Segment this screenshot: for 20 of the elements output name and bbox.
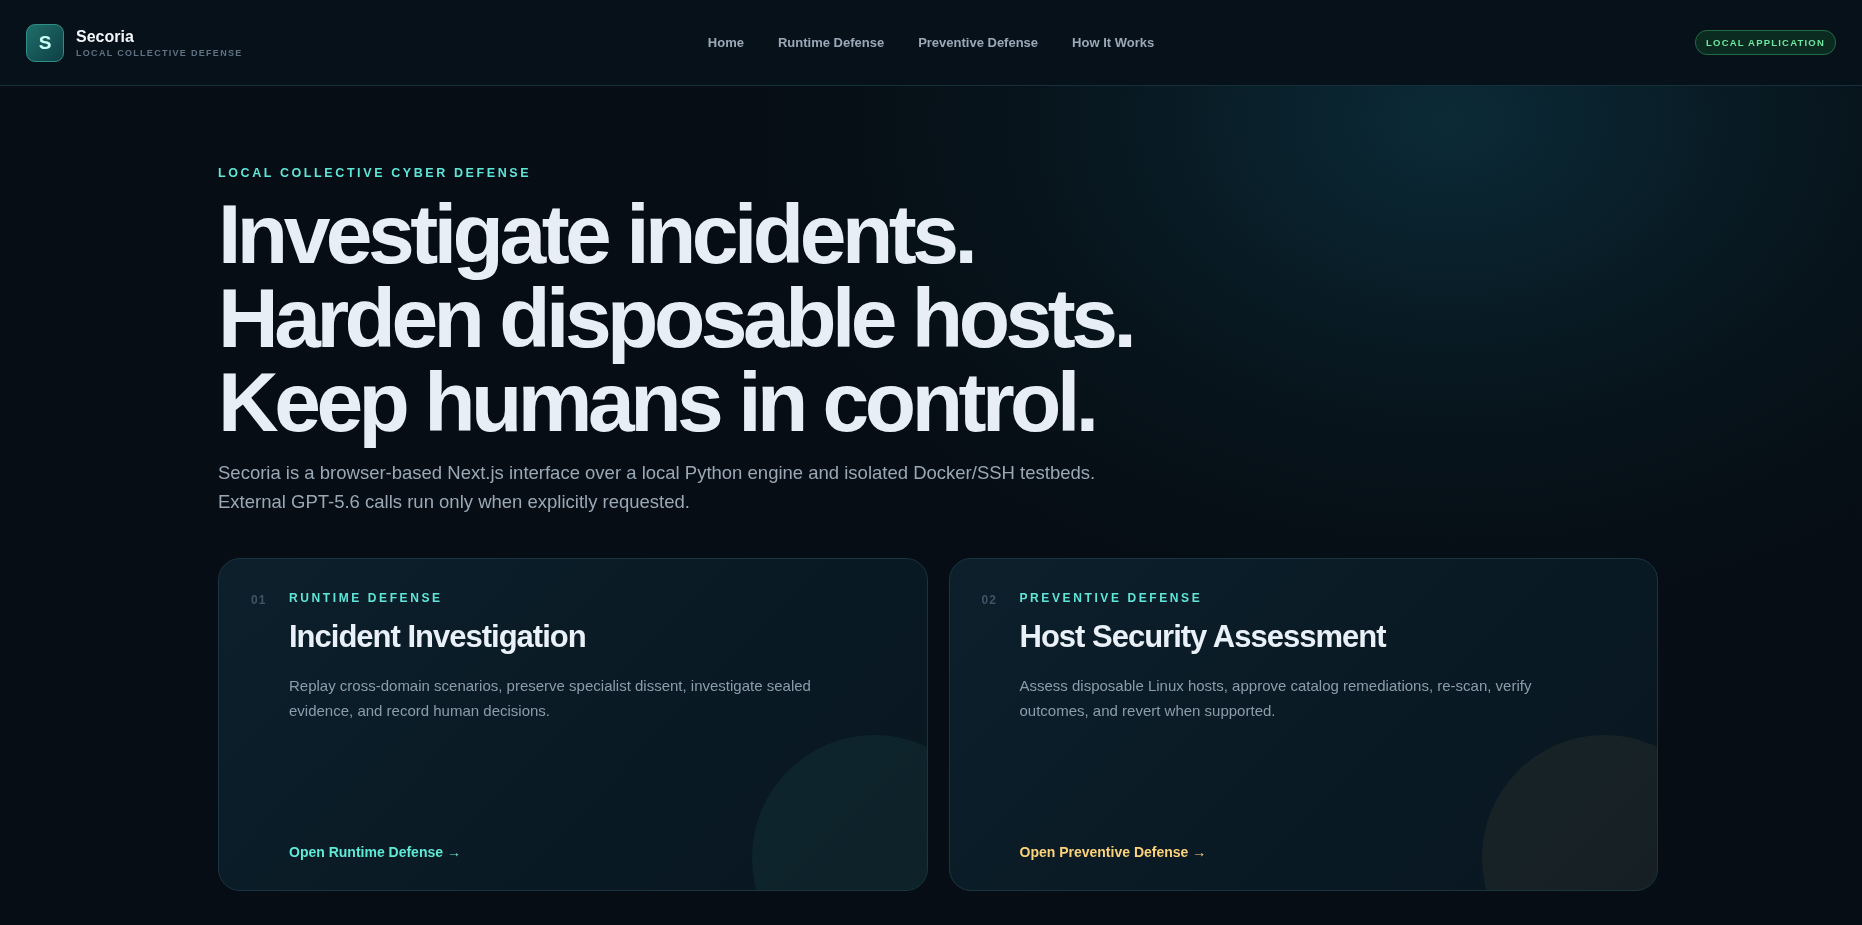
- card-title: Incident Investigation: [289, 619, 587, 655]
- card-description: Assess disposable Linux hosts, approve catalog remediations, re-scan, verify outcomes, and revert when supported.: [1019, 676, 1533, 721]
- nav-link[interactable]: Preventive Defense: [918, 35, 1039, 50]
- card-description: Replay cross-domain scenarios, preserve specialist dissent, investigate sealed evidence, and record human decisions.: [289, 676, 812, 721]
- card-link[interactable]: Open Preventive Defense →: [1019, 844, 1207, 860]
- brand-name: Secoria: [76, 27, 135, 46]
- card-category: PREVENTIVE DEFENSE: [1019, 591, 1204, 605]
- status-badge: LOCAL APPLICATION: [1695, 30, 1836, 55]
- card-title: Host Security Assessment: [1019, 619, 1387, 655]
- nav-link[interactable]: Home: [707, 35, 744, 50]
- nav-link[interactable]: Runtime Defense: [777, 35, 885, 50]
- nav-link[interactable]: How It Works: [1072, 35, 1155, 50]
- brand-tagline: LOCAL COLLECTIVE DEFENSE: [76, 47, 243, 58]
- card-number: 01: [251, 592, 268, 609]
- card-category: RUNTIME DEFENSE: [289, 591, 444, 605]
- card-number: 02: [981, 592, 998, 609]
- card-link[interactable]: Open Runtime Defense →: [289, 844, 461, 860]
- hero-eyebrow: LOCAL COLLECTIVE CYBER DEFENSE: [218, 166, 533, 180]
- hero-description: Secoria is a browser-based Next.js interface over a local Python engine and isolated Docker/SSH testbeds. External GPT-5.6 calls run only when explicitly requested.: [218, 461, 1097, 514]
- logo-icon[interactable]: S: [26, 23, 64, 62]
